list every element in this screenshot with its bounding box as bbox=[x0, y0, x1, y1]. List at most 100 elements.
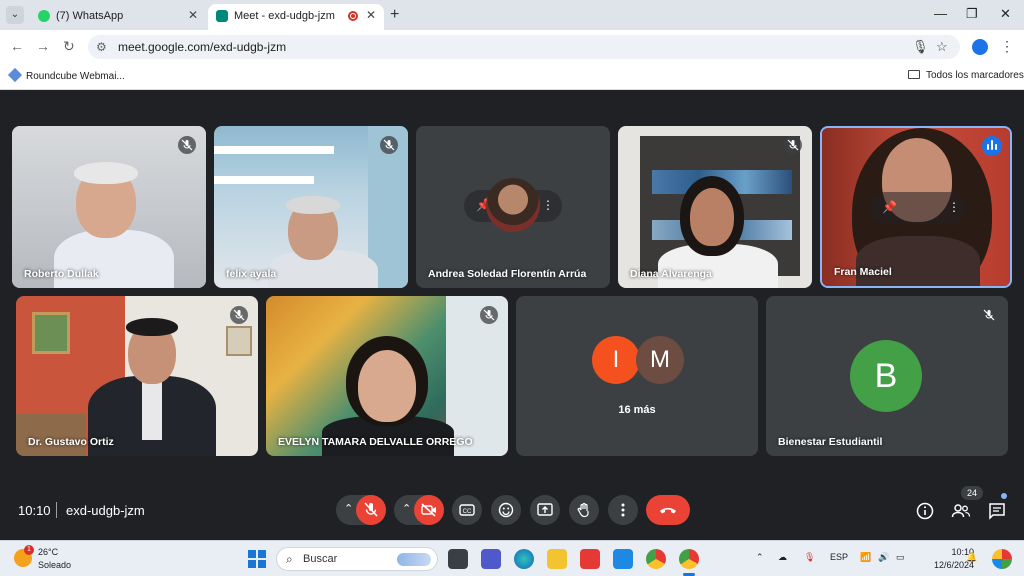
close-icon[interactable]: ✕ bbox=[188, 8, 198, 22]
browser-menu-icon[interactable]: ⋮ bbox=[1000, 38, 1014, 55]
microphone-in-use-icon[interactable]: 🎙 bbox=[804, 552, 815, 563]
muted-mic-icon bbox=[230, 306, 248, 324]
close-window-button[interactable]: ✕ bbox=[1000, 6, 1011, 22]
windows-start-icon[interactable] bbox=[248, 550, 266, 568]
reload-button[interactable]: ↻ bbox=[63, 38, 75, 55]
folder-icon bbox=[908, 70, 920, 79]
search-highlight-icon bbox=[397, 553, 431, 566]
all-bookmarks[interactable]: Todos los marcadores bbox=[908, 70, 1024, 81]
weather-temp: 26°C bbox=[38, 547, 59, 557]
leave-call-button[interactable] bbox=[646, 495, 690, 525]
meet-control-bar: 10:10 exd-udgb-jzm ⌃ ⌃ CC 24 bbox=[0, 486, 1024, 540]
volume-icon[interactable]: 🔊 bbox=[878, 552, 889, 563]
minimize-button[interactable]: — bbox=[934, 6, 947, 21]
others-tile[interactable]: I M 16 más bbox=[516, 296, 758, 456]
battery-icon[interactable]: ▭ bbox=[896, 552, 905, 563]
muted-mic-icon bbox=[784, 136, 802, 154]
site-info-icon[interactable]: ⚙ bbox=[96, 40, 107, 54]
meeting-details-button[interactable] bbox=[916, 502, 934, 525]
participant-avatar bbox=[486, 178, 540, 232]
participant-tile[interactable]: EVELYN TAMARA DELVALLE ORREGO bbox=[266, 296, 508, 456]
reactions-button[interactable] bbox=[491, 495, 521, 525]
participant-avatar: B bbox=[850, 340, 922, 412]
audio-settings-button[interactable]: ⌃ bbox=[336, 495, 386, 525]
mic-off-icon bbox=[364, 502, 378, 517]
copilot-icon[interactable] bbox=[992, 549, 1012, 569]
back-button[interactable]: ← bbox=[10, 38, 24, 54]
task-view-icon[interactable] bbox=[448, 549, 468, 569]
whatsapp-icon bbox=[38, 10, 50, 22]
tab-search-button[interactable]: ⌄ bbox=[6, 6, 24, 24]
video-feed bbox=[266, 296, 508, 456]
captions-button[interactable]: CC bbox=[452, 495, 482, 525]
video-feed bbox=[12, 126, 206, 288]
bookmark-star-icon[interactable]: ☆ bbox=[936, 39, 948, 55]
more-options-icon[interactable]: ⋮ bbox=[542, 198, 554, 212]
tab-title: Meet - exd-udgb-jzm bbox=[234, 10, 335, 22]
pin-icon[interactable]: 📌 bbox=[882, 200, 897, 214]
present-button[interactable] bbox=[530, 495, 560, 525]
participant-tile[interactable]: Roberto Dullak bbox=[12, 126, 206, 288]
others-count-label: 16 más bbox=[618, 404, 656, 416]
wifi-icon[interactable]: 📶 bbox=[860, 552, 871, 563]
bookmarks-bar: Roundcube Webmai... Todos los marcadores bbox=[0, 64, 1024, 90]
input-language[interactable]: ESP bbox=[830, 552, 848, 562]
search-placeholder: Buscar bbox=[303, 553, 338, 565]
close-icon[interactable]: ✕ bbox=[366, 8, 376, 22]
taskbar-search[interactable]: ⌕ Buscar bbox=[276, 547, 438, 571]
participant-tile[interactable]: 📌 ⋮ Andrea Soledad Florentín Arrúa bbox=[416, 126, 610, 288]
bookmark-label: Roundcube Webmai... bbox=[26, 71, 125, 82]
meet-stage: Roberto Dullak felix ayala 📌 ⋮ Andrea So… bbox=[0, 90, 1024, 540]
present-screen-icon bbox=[537, 503, 553, 516]
participant-name: Bienestar Estudiantil bbox=[778, 436, 883, 448]
store-icon[interactable] bbox=[613, 549, 633, 569]
meeting-code: exd-udgb-jzm bbox=[66, 503, 145, 518]
participant-name: Diana Alvarenga bbox=[630, 268, 712, 280]
acrobat-icon[interactable] bbox=[580, 549, 600, 569]
participant-tile[interactable]: felix ayala bbox=[214, 126, 408, 288]
chrome-icon[interactable] bbox=[646, 549, 666, 569]
participant-avatar: I bbox=[592, 336, 640, 384]
video-feed bbox=[214, 126, 408, 288]
participant-tile[interactable]: Diana Alvarenga bbox=[618, 126, 812, 288]
people-button[interactable] bbox=[951, 502, 971, 525]
file-explorer-icon[interactable] bbox=[547, 549, 567, 569]
microphone-icon[interactable]: 🎙 bbox=[912, 39, 929, 55]
participant-name: Andrea Soledad Florentín Arrúa bbox=[428, 268, 587, 280]
profile-avatar[interactable] bbox=[972, 39, 988, 55]
new-tab-button[interactable]: + bbox=[390, 6, 399, 24]
raise-hand-button[interactable] bbox=[569, 495, 599, 525]
edge-icon[interactable] bbox=[514, 549, 534, 569]
info-icon bbox=[916, 502, 934, 520]
chevron-up-icon[interactable]: ⌃ bbox=[402, 502, 411, 515]
chat-button[interactable] bbox=[988, 502, 1006, 525]
participant-name: EVELYN TAMARA DELVALLE ORREGO bbox=[278, 436, 473, 448]
bookmark-label: Todos los marcadores bbox=[926, 70, 1024, 81]
meet-icon bbox=[216, 10, 228, 22]
address-bar[interactable]: ⚙ meet.google.com/exd-udgb-jzm 🎙 ☆ bbox=[88, 35, 960, 59]
more-vert-icon bbox=[621, 503, 625, 517]
weather-alert-badge: 1 bbox=[24, 545, 34, 555]
forward-button[interactable]: → bbox=[36, 38, 50, 54]
bookmark-roundcube[interactable]: Roundcube Webmai... bbox=[7, 67, 125, 83]
participant-name: Dr. Gustavo Ortiz bbox=[28, 436, 114, 448]
participant-tile[interactable]: Dr. Gustavo Ortiz bbox=[16, 296, 258, 456]
notification-bell-icon[interactable]: 🔔 bbox=[966, 552, 977, 563]
video-settings-button[interactable]: ⌃ bbox=[394, 495, 444, 525]
more-options-icon[interactable]: ⋮ bbox=[948, 200, 960, 214]
chevron-up-icon[interactable]: ⌃ bbox=[344, 502, 353, 515]
camera-toggle-button[interactable] bbox=[414, 495, 444, 525]
tab-whatsapp[interactable]: (7) WhatsApp ✕ bbox=[30, 4, 206, 30]
participant-avatar: M bbox=[636, 336, 684, 384]
tab-meet[interactable]: Meet - exd-udgb-jzm ✕ bbox=[208, 4, 384, 30]
chrome-active-icon[interactable] bbox=[679, 549, 699, 569]
more-options-button[interactable] bbox=[608, 495, 638, 525]
tray-overflow-icon[interactable]: ⌃ bbox=[756, 552, 764, 563]
teams-icon[interactable] bbox=[481, 549, 501, 569]
participant-tile[interactable]: B Bienestar Estudiantil bbox=[766, 296, 1008, 456]
restore-button[interactable]: ❐ bbox=[966, 6, 978, 22]
onedrive-icon[interactable]: ☁ bbox=[778, 552, 787, 563]
participant-tile-active-speaker[interactable]: 📌 ⋮ Fran Maciel bbox=[820, 126, 1012, 288]
muted-mic-icon bbox=[480, 306, 498, 324]
microphone-toggle-button[interactable] bbox=[356, 495, 386, 525]
